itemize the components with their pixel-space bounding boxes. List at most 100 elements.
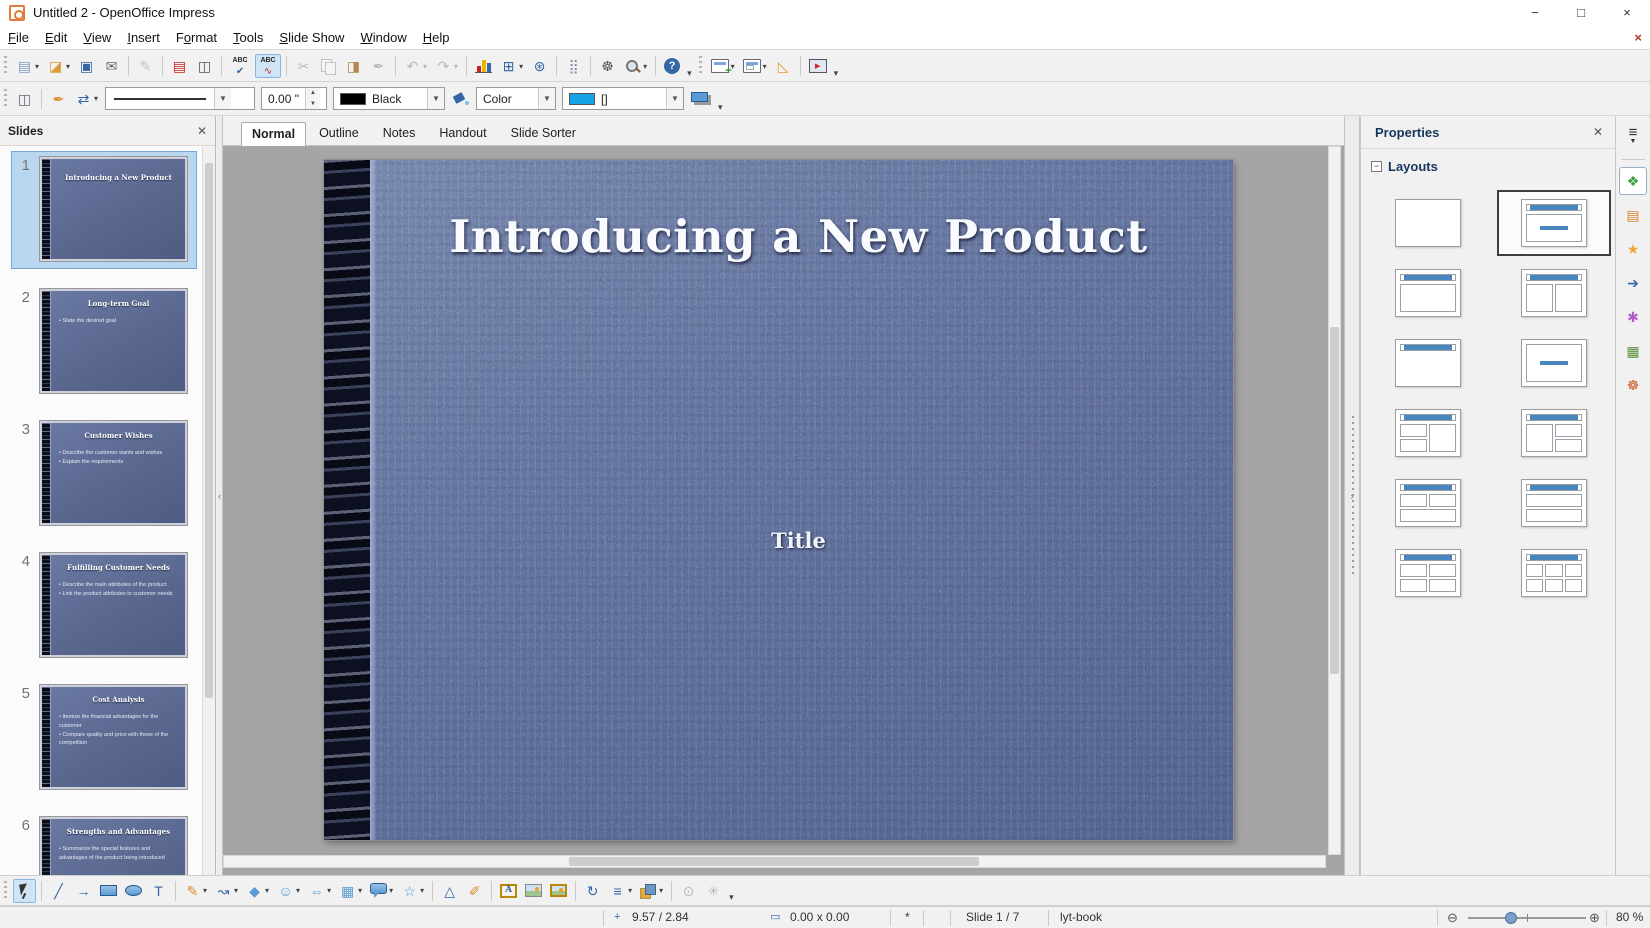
edit-points-button[interactable]: △: [438, 879, 461, 903]
chevron-down-icon[interactable]: ▾: [327, 886, 331, 895]
display-grid-button[interactable]: ⣿: [562, 54, 585, 78]
layout-title-content-over-content[interactable]: [1497, 470, 1611, 536]
slide-design-button[interactable]: ◺: [772, 54, 795, 78]
open-button[interactable]: ◪▾: [44, 54, 73, 78]
slide-thumbnail[interactable]: Fulfilling Customer Needs• Describe the …: [40, 553, 187, 657]
basic-shapes-button[interactable]: ◆▾: [243, 879, 272, 903]
chevron-down-icon[interactable]: ▾: [454, 62, 458, 71]
slide-thumbnail-item-5[interactable]: 5Cost Analysis• Itemize the financial ad…: [0, 682, 200, 800]
line-color-select[interactable]: Black ▼: [333, 87, 445, 110]
menu-window[interactable]: Window: [352, 30, 414, 45]
slide-thumbnail-item-2[interactable]: 2Long-term Goal• State the desired goal: [0, 286, 200, 404]
sidebar-splitter[interactable]: ›: [1344, 116, 1360, 875]
sidebar-tab-custom-animation[interactable]: ★: [1619, 235, 1647, 263]
fontwork-gallery-button[interactable]: A: [497, 879, 520, 903]
alignment-button[interactable]: ≡▾: [606, 879, 635, 903]
zoom-in-button[interactable]: ⊕: [1589, 907, 1600, 928]
stepper-down-icon[interactable]: ▼: [306, 99, 320, 110]
insert-table-button[interactable]: ⊞▾: [497, 54, 526, 78]
slide-thumbnail[interactable]: Introducing a New Product: [40, 157, 187, 261]
canvas-vertical-scrollbar[interactable]: [1328, 146, 1341, 855]
chevron-down-icon[interactable]: ▾: [35, 62, 39, 71]
sidebar-tab-master-pages[interactable]: ▤: [1619, 201, 1647, 229]
scrollbar-thumb[interactable]: [569, 857, 979, 866]
chevron-down-icon[interactable]: ▾: [296, 886, 300, 895]
glue-points-button[interactable]: ✐: [463, 879, 486, 903]
navigator-button[interactable]: ☸: [596, 54, 619, 78]
toolbar-grip[interactable]: [4, 881, 7, 901]
hyperlink-button[interactable]: ⊛: [528, 54, 551, 78]
chevron-down-icon[interactable]: ▾: [66, 62, 70, 71]
view-tab-normal[interactable]: Normal: [241, 122, 306, 146]
minimize-button[interactable]: −: [1512, 0, 1558, 25]
toolbar-grip[interactable]: [699, 56, 702, 76]
text-box-button[interactable]: T: [147, 879, 170, 903]
chevron-down-icon[interactable]: ▼: [427, 88, 444, 109]
slide-layout-button[interactable]: ▾: [740, 54, 770, 78]
layout-centered-text[interactable]: [1497, 330, 1611, 396]
slide-title-text[interactable]: Introducing a New Product: [384, 210, 1213, 263]
connector-button[interactable]: ↝▾: [212, 879, 241, 903]
toolbar-overflow-icon[interactable]: ▾: [831, 68, 842, 79]
print-button[interactable]: ◫: [193, 54, 216, 78]
insert-chart-button[interactable]: [472, 54, 495, 78]
line-width-stepper[interactable]: 0.00 " ▲▼: [261, 87, 327, 110]
auto-spellcheck-button[interactable]: ABC∿: [255, 54, 281, 78]
arrow-style-button[interactable]: ⇄▾: [72, 87, 101, 111]
menu-insert[interactable]: Insert: [119, 30, 168, 45]
chevron-down-icon[interactable]: ▼: [666, 88, 683, 109]
zoom-out-button[interactable]: ⊖: [1447, 907, 1458, 928]
flowchart-button[interactable]: ▦▾: [336, 879, 365, 903]
from-file-button[interactable]: [522, 879, 545, 903]
undo-button[interactable]: ↶▾: [401, 54, 430, 78]
curve-button[interactable]: ✎▾: [181, 879, 210, 903]
save-button[interactable]: ▣: [75, 54, 98, 78]
chevron-down-icon[interactable]: ▾: [423, 62, 427, 71]
chevron-down-icon[interactable]: ▾: [358, 886, 362, 895]
rotate-button[interactable]: ↻: [581, 879, 604, 903]
chevron-down-icon[interactable]: ▾: [420, 886, 424, 895]
spellcheck-button[interactable]: ABC✔: [227, 54, 253, 78]
chevron-down-icon[interactable]: ▼: [214, 88, 231, 109]
fill-type-select[interactable]: Color ▼: [476, 87, 556, 110]
zoom-slider-thumb[interactable]: [1505, 912, 1517, 924]
menu-format[interactable]: Format: [168, 30, 225, 45]
email-button[interactable]: ✉: [100, 54, 123, 78]
layout-title-content-2content[interactable]: [1497, 400, 1611, 466]
maximize-button[interactable]: □: [1558, 0, 1604, 25]
slide-thumbnail[interactable]: Customer Wishes• Describe the customer w…: [40, 421, 187, 525]
layout-title-content-full[interactable]: [1371, 260, 1485, 326]
chevron-down-icon[interactable]: ▼: [538, 88, 555, 109]
symbol-shapes-button[interactable]: ☺▾: [274, 879, 303, 903]
rectangle-button[interactable]: [97, 879, 120, 903]
chevron-down-icon[interactable]: ▾: [265, 886, 269, 895]
line-width-value[interactable]: 0.00 ": [262, 88, 305, 109]
slide-thumbnail-item-3[interactable]: 3Customer Wishes• Describe the customer …: [0, 418, 200, 536]
sidebar-tab-slide-transition[interactable]: ➔: [1619, 269, 1647, 297]
properties-close-icon[interactable]: ✕: [1593, 125, 1603, 139]
zoom-percentage[interactable]: 80 %: [1616, 907, 1643, 928]
ellipse-button[interactable]: [122, 879, 145, 903]
copy-button[interactable]: [317, 54, 340, 78]
chevron-down-icon[interactable]: ▾: [628, 886, 632, 895]
line-button[interactable]: ✒: [47, 87, 70, 111]
view-tab-notes[interactable]: Notes: [372, 121, 427, 145]
slide-thumbnail-item-4[interactable]: 4Fulfilling Customer Needs• Describe the…: [0, 550, 200, 668]
slide-thumbnail[interactable]: Long-term Goal• State the desired goal: [40, 289, 187, 393]
collapse-icon[interactable]: −: [1371, 161, 1382, 172]
interaction-button[interactable]: ⊙: [677, 879, 700, 903]
line-button[interactable]: ╱: [47, 879, 70, 903]
stars-button[interactable]: ☆▾: [398, 879, 427, 903]
block-arrows-button[interactable]: ⇔▾: [305, 879, 334, 903]
slides-panel-close-icon[interactable]: ✕: [197, 124, 207, 138]
chevron-down-icon[interactable]: ▾: [234, 886, 238, 895]
layout-title-content[interactable]: [1497, 190, 1611, 256]
format-paintbrush-button[interactable]: ✒: [367, 54, 390, 78]
layout-title-2content-content[interactable]: [1371, 400, 1485, 466]
slides-panel-scrollbar[interactable]: [202, 146, 215, 875]
menu-help[interactable]: Help: [415, 30, 458, 45]
select-button[interactable]: [13, 879, 36, 903]
slide-thumbnail[interactable]: Strengths and Advantages• Summarize the …: [40, 817, 187, 875]
line-style-select[interactable]: ▼: [105, 87, 255, 110]
scrollbar-thumb[interactable]: [205, 163, 213, 698]
